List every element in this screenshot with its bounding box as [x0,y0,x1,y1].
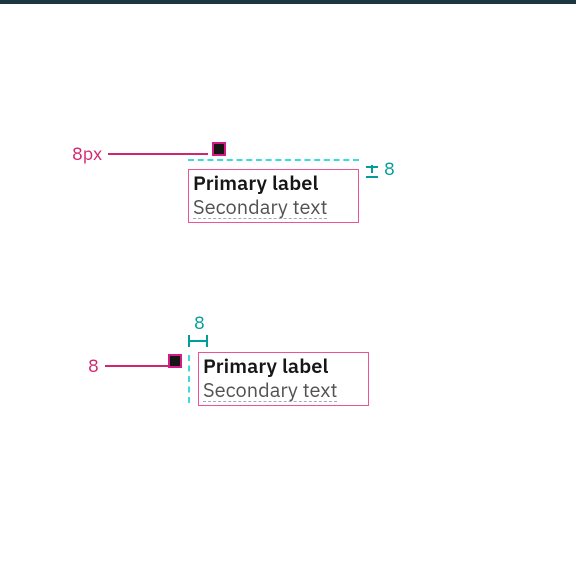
list-item-text-box: Primary label Secondary text [188,169,359,223]
padding-guide-dashed-horizontal [188,159,359,161]
h-bar-horizontal-icon [188,335,208,347]
structured-list-marker-square [214,144,224,154]
horizontal-gap-value: 8 [194,311,205,334]
spacing-leader-label: 8px [72,142,102,165]
spec-canvas: 8px 8 Primary label Secondary text 8 8 P… [0,4,576,578]
list-item-text-box: Primary label Secondary text [198,352,369,406]
spacing-leader-left: 8px [72,142,208,165]
vertical-gap-indicator: 8 [366,157,395,180]
padding-guide-dashed-vertical [188,355,190,403]
primary-label: Primary label [203,354,364,378]
primary-label: Primary label [193,171,354,195]
spacing-leader-label: 8 [88,354,99,377]
spacing-leader-line [105,365,175,367]
secondary-text: Secondary text [203,378,337,402]
structured-list-marker-square [170,356,180,366]
vertical-gap-value: 8 [384,157,395,180]
spacing-leader-line [108,153,208,155]
secondary-text: Secondary text [193,195,327,219]
spacing-leader-left: 8 [88,354,175,377]
i-bar-vertical-icon [366,163,378,175]
